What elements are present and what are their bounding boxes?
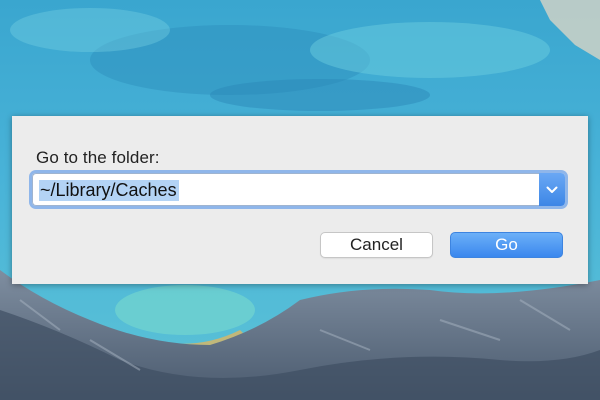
chevron-down-icon <box>546 186 558 193</box>
path-input[interactable]: ~/Library/Caches <box>32 173 539 206</box>
go-button[interactable]: Go <box>450 232 563 258</box>
desktop: Go to the folder: ~/Library/Caches Cance… <box>0 0 600 400</box>
path-history-dropdown-button[interactable] <box>539 173 565 206</box>
path-input-value: ~/Library/Caches <box>39 180 179 201</box>
go-to-folder-dialog: Go to the folder: ~/Library/Caches Cance… <box>12 116 588 284</box>
path-combobox[interactable]: ~/Library/Caches <box>32 173 565 206</box>
dialog-prompt: Go to the folder: <box>36 148 160 167</box>
cancel-button[interactable]: Cancel <box>320 232 433 258</box>
